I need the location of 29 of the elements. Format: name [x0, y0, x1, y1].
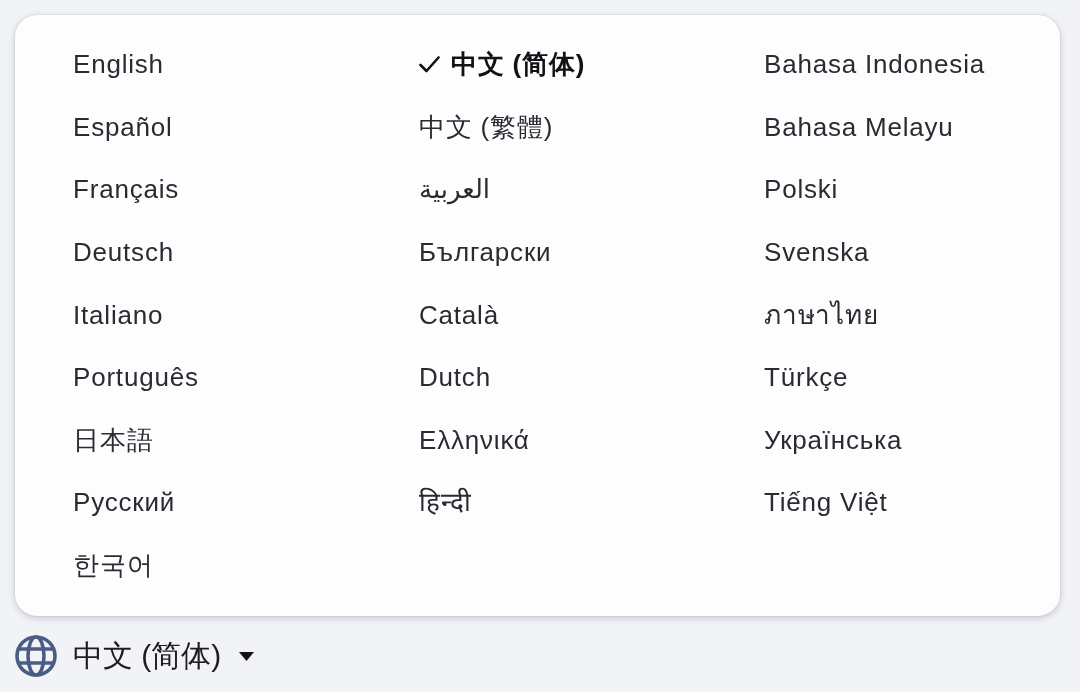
language-option[interactable]: Italiano — [73, 297, 164, 332]
language-option[interactable]: Bahasa Indonesia — [764, 47, 985, 82]
language-option[interactable]: Bahasa Melayu — [764, 109, 954, 144]
language-option[interactable]: English — [73, 47, 164, 82]
globe-icon — [15, 635, 57, 677]
language-option[interactable]: Svenska — [764, 235, 870, 270]
check-icon — [419, 55, 440, 73]
language-option[interactable]: Ελληνικά — [419, 422, 530, 457]
language-option[interactable]: Български — [419, 235, 552, 270]
language-option[interactable]: Türkçe — [764, 360, 849, 395]
language-option[interactable]: 中文 (繁體) — [419, 109, 554, 144]
language-option[interactable]: العربية — [419, 172, 491, 207]
caret-down-icon — [239, 651, 255, 661]
language-option[interactable]: 한국어 — [73, 548, 154, 583]
language-option[interactable]: Français — [73, 172, 180, 207]
language-option[interactable]: Català — [419, 297, 499, 332]
language-option[interactable]: Tiếng Việt — [764, 485, 888, 520]
language-option[interactable]: Polski — [764, 172, 839, 207]
language-option[interactable]: Русский — [73, 485, 176, 520]
language-option[interactable]: Dutch — [419, 360, 491, 395]
language-option[interactable]: Español — [73, 109, 173, 144]
language-option[interactable]: Deutsch — [73, 235, 174, 270]
language-option[interactable]: 中文 (简体) — [419, 47, 586, 82]
language-option[interactable]: Українська — [764, 422, 903, 457]
language-selector[interactable]: 中文 (简体) — [15, 635, 255, 677]
language-option[interactable]: हिन्दी — [419, 485, 472, 520]
language-option[interactable]: Português — [73, 360, 199, 395]
language-option[interactable]: 日本語 — [73, 422, 154, 457]
language-option[interactable]: ภาษาไทย — [764, 297, 879, 332]
